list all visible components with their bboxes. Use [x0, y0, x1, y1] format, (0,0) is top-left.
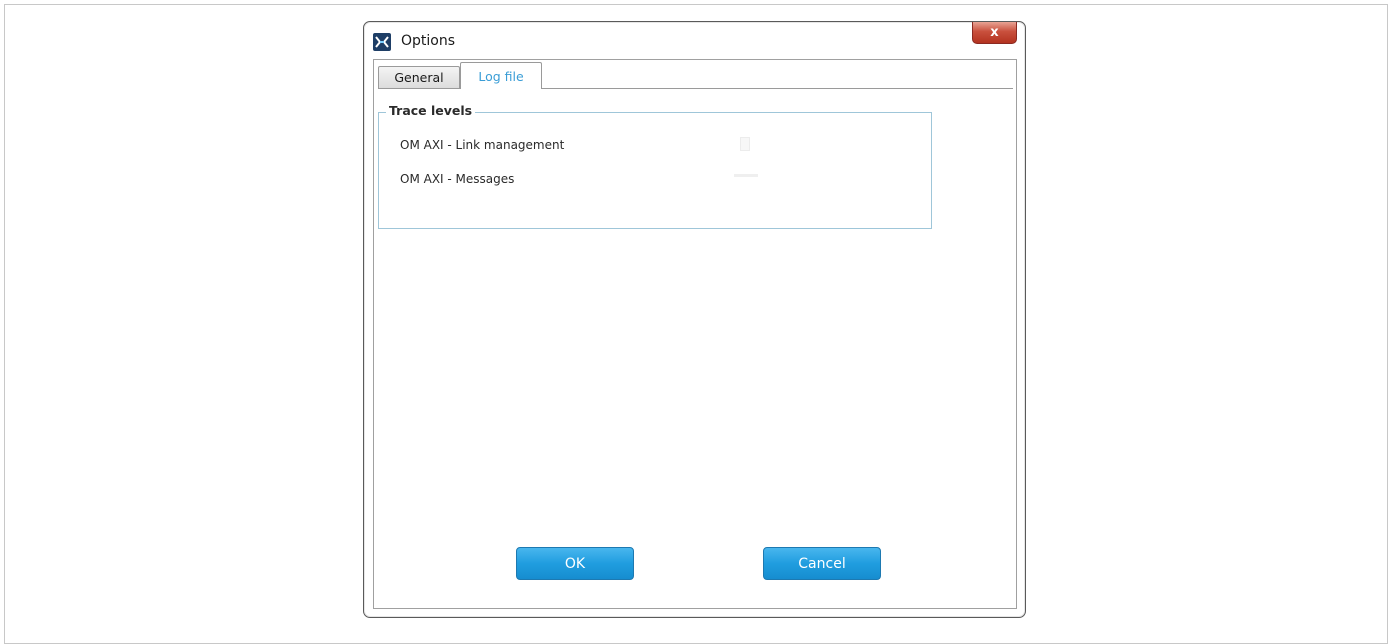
trace-item-messages-label: OM AXI - Messages	[400, 172, 515, 186]
tab-log-file[interactable]: Log file	[460, 62, 542, 89]
options-dialog: Options x General Log file Trace levels …	[363, 21, 1026, 618]
close-icon: x	[990, 25, 999, 40]
trace-level-control-messages[interactable]	[734, 174, 758, 177]
ok-button-label: OK	[564, 555, 586, 572]
cancel-button[interactable]: Cancel	[763, 547, 881, 580]
tab-log-file-label: Log file	[478, 68, 524, 84]
cancel-button-label: Cancel	[798, 555, 846, 572]
title-bar: Options x	[364, 22, 1025, 58]
ok-button[interactable]: OK	[516, 547, 634, 580]
close-button[interactable]: x	[972, 22, 1017, 44]
trace-level-control-link-management[interactable]	[740, 137, 750, 151]
trace-item-link-management-label: OM AXI - Link management	[400, 138, 565, 152]
tab-general[interactable]: General	[378, 66, 460, 88]
app-icon	[373, 33, 391, 51]
options-app-icon	[375, 36, 389, 48]
trace-levels-title: Trace levels	[386, 103, 476, 118]
tab-general-label: General	[394, 70, 444, 85]
window-title: Options	[401, 33, 456, 49]
trace-levels-group	[378, 112, 932, 229]
